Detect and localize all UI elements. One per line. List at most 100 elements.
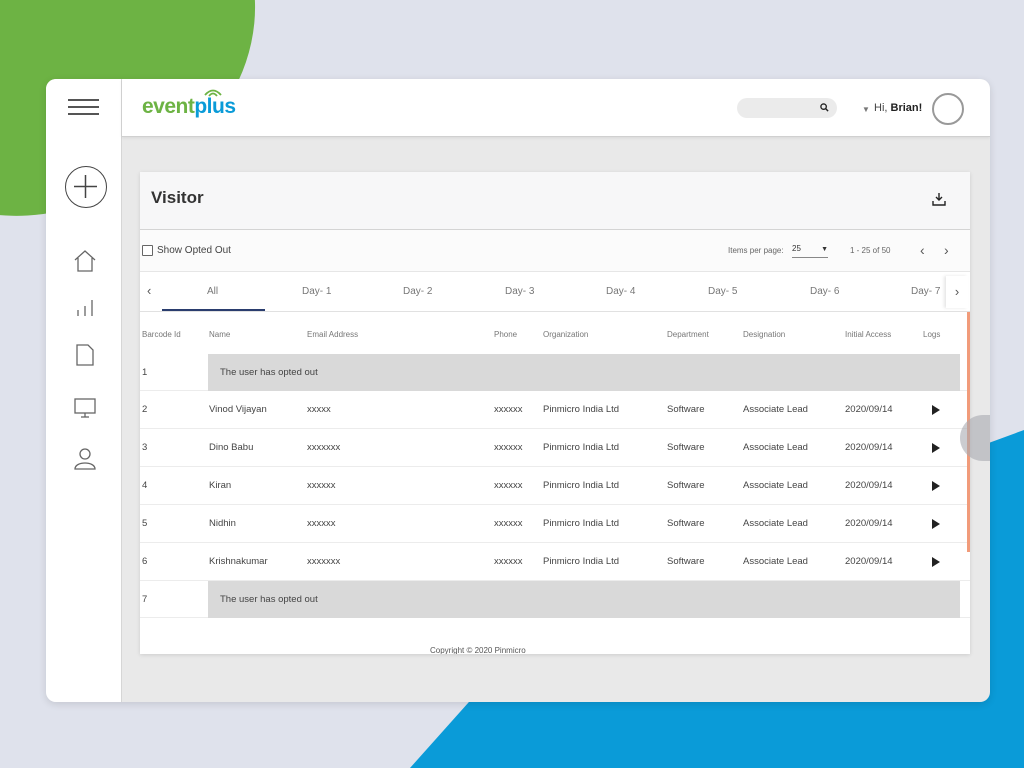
cell-organization: Pinmicro India Ltd: [543, 404, 620, 415]
show-opted-out-label: Show Opted Out: [157, 245, 231, 256]
eventplus-logo[interactable]: eventplus: [142, 95, 236, 119]
cell-email: xxxxxx: [307, 518, 336, 529]
copyright-text: Copyright © 2020 Pinmicro: [430, 646, 526, 654]
search-icon[interactable]: [820, 103, 829, 112]
cell-organization: Pinmicro India Ltd: [543, 518, 620, 529]
cell-phone: xxxxxx: [494, 404, 523, 415]
column-header-designation[interactable]: Designation: [743, 330, 785, 339]
footer-fade: [140, 627, 970, 654]
avatar[interactable]: [932, 93, 964, 125]
table-header: Barcode Id Name Email Address Phone Orga…: [140, 312, 970, 354]
cell-barcode-id: 6: [142, 556, 148, 567]
cell-organization: Pinmicro India Ltd: [543, 556, 620, 567]
cell-email: xxxxx: [307, 404, 331, 415]
active-tab-indicator: [162, 309, 265, 311]
cell-designation: Associate Lead: [743, 480, 808, 491]
cell-department: Software: [667, 404, 705, 415]
tabs-scroll-left-button[interactable]: ‹: [147, 283, 151, 298]
column-header-initial-access[interactable]: Initial Access: [845, 330, 891, 339]
table-row[interactable]: 3 Dino Babu xxxxxxx xxxxxx Pinmicro Indi…: [140, 429, 970, 467]
cell-department: Software: [667, 480, 705, 491]
app-window: eventplus ▼ Hi, Brian! Visitor Show Opte…: [46, 79, 990, 702]
column-header-logs[interactable]: Logs: [923, 330, 940, 339]
visitor-card: Visitor Show Opted Out Items per page: 2…: [140, 172, 970, 654]
search-input[interactable]: [737, 98, 837, 118]
cell-barcode-id: 5: [142, 518, 148, 529]
pagination-range: 1 - 25 of 50: [850, 246, 891, 255]
wifi-signal-icon: [204, 89, 222, 97]
table-row[interactable]: 1 The user has opted out: [140, 354, 970, 391]
cell-name: Nidhin: [209, 518, 236, 529]
cell-designation: Associate Lead: [743, 404, 808, 415]
play-icon[interactable]: [932, 557, 940, 567]
tab-day-5[interactable]: Day- 5: [708, 286, 737, 297]
column-header-email[interactable]: Email Address: [307, 330, 358, 339]
page-title: Visitor: [151, 188, 204, 207]
sidebar: [46, 79, 122, 702]
items-per-page-select[interactable]: 25 ▼: [792, 244, 828, 258]
cell-organization: Pinmicro India Ltd: [543, 442, 620, 453]
items-per-page-value: 25: [792, 244, 801, 253]
play-icon[interactable]: [932, 443, 940, 453]
tab-all[interactable]: All: [207, 286, 218, 297]
column-header-department[interactable]: Department: [667, 330, 709, 339]
cell-name: Vinod Vijayan: [209, 404, 267, 415]
tab-day-6[interactable]: Day- 6: [810, 286, 839, 297]
table-row[interactable]: 4 Kiran xxxxxx xxxxxx Pinmicro India Ltd…: [140, 467, 970, 505]
tab-day-7[interactable]: Day- 7: [911, 286, 940, 297]
tabs-scroll-right-button[interactable]: ›: [946, 276, 968, 308]
cell-initial-access: 2020/09/14: [845, 480, 893, 491]
opted-out-notice: The user has opted out: [208, 354, 960, 391]
download-icon[interactable]: [932, 192, 946, 206]
home-icon[interactable]: [72, 248, 98, 274]
next-page-button[interactable]: ›: [944, 242, 949, 258]
items-per-page-label: Items per page:: [728, 246, 784, 255]
cell-designation: Associate Lead: [743, 556, 808, 567]
document-icon[interactable]: [72, 342, 98, 368]
user-greeting[interactable]: Hi, Brian!: [874, 102, 922, 114]
add-button[interactable]: [65, 166, 107, 208]
play-icon[interactable]: [932, 481, 940, 491]
hamburger-menu-icon[interactable]: [68, 99, 99, 115]
table-toolbar: Show Opted Out Items per page: 25 ▼ 1 - …: [140, 230, 970, 272]
cell-phone: xxxxxx: [494, 556, 523, 567]
cell-name: Dino Babu: [209, 442, 254, 453]
cell-initial-access: 2020/09/14: [845, 556, 893, 567]
table-row[interactable]: 6 Krishnakumar xxxxxxx xxxxxx Pinmicro I…: [140, 543, 970, 581]
monitor-icon[interactable]: [72, 395, 98, 421]
play-icon[interactable]: [932, 405, 940, 415]
table-row[interactable]: 5 Nidhin xxxxxx xxxxxx Pinmicro India Lt…: [140, 505, 970, 543]
cell-name: Krishnakumar: [209, 556, 268, 567]
user-name: Brian!: [890, 102, 923, 114]
cell-email: xxxxxxx: [307, 442, 341, 453]
cell-organization: Pinmicro India Ltd: [543, 480, 620, 491]
tab-day-1[interactable]: Day- 1: [302, 286, 331, 297]
cell-barcode-id: 1: [142, 367, 148, 378]
cell-initial-access: 2020/09/14: [845, 442, 893, 453]
cell-department: Software: [667, 518, 705, 529]
cell-barcode-id: 4: [142, 480, 148, 491]
cell-phone: xxxxxx: [494, 442, 523, 453]
column-header-organization[interactable]: Organization: [543, 330, 588, 339]
logo-text-plus: plus: [194, 95, 236, 118]
tab-day-4[interactable]: Day- 4: [606, 286, 635, 297]
table-row[interactable]: 7 The user has opted out: [140, 581, 970, 618]
cell-email: xxxxxx: [307, 480, 336, 491]
tab-day-2[interactable]: Day- 2: [403, 286, 432, 297]
column-header-phone[interactable]: Phone: [494, 330, 517, 339]
cell-barcode-id: 3: [142, 442, 148, 453]
cell-phone: xxxxxx: [494, 480, 523, 491]
tab-day-3[interactable]: Day- 3: [505, 286, 534, 297]
play-icon[interactable]: [932, 519, 940, 529]
cell-designation: Associate Lead: [743, 518, 808, 529]
chevron-down-icon: ▼: [821, 246, 828, 253]
table-row[interactable]: 2 Vinod Vijayan xxxxx xxxxxx Pinmicro In…: [140, 391, 970, 429]
show-opted-out-checkbox[interactable]: [142, 245, 153, 256]
analytics-icon[interactable]: [72, 294, 98, 320]
column-header-name[interactable]: Name: [209, 330, 230, 339]
column-header-barcode-id[interactable]: Barcode Id: [142, 330, 181, 339]
user-menu-caret-icon[interactable]: ▼: [862, 105, 870, 114]
cell-barcode-id: 7: [142, 594, 148, 605]
user-icon[interactable]: [72, 445, 98, 471]
previous-page-button[interactable]: ‹: [920, 242, 925, 258]
